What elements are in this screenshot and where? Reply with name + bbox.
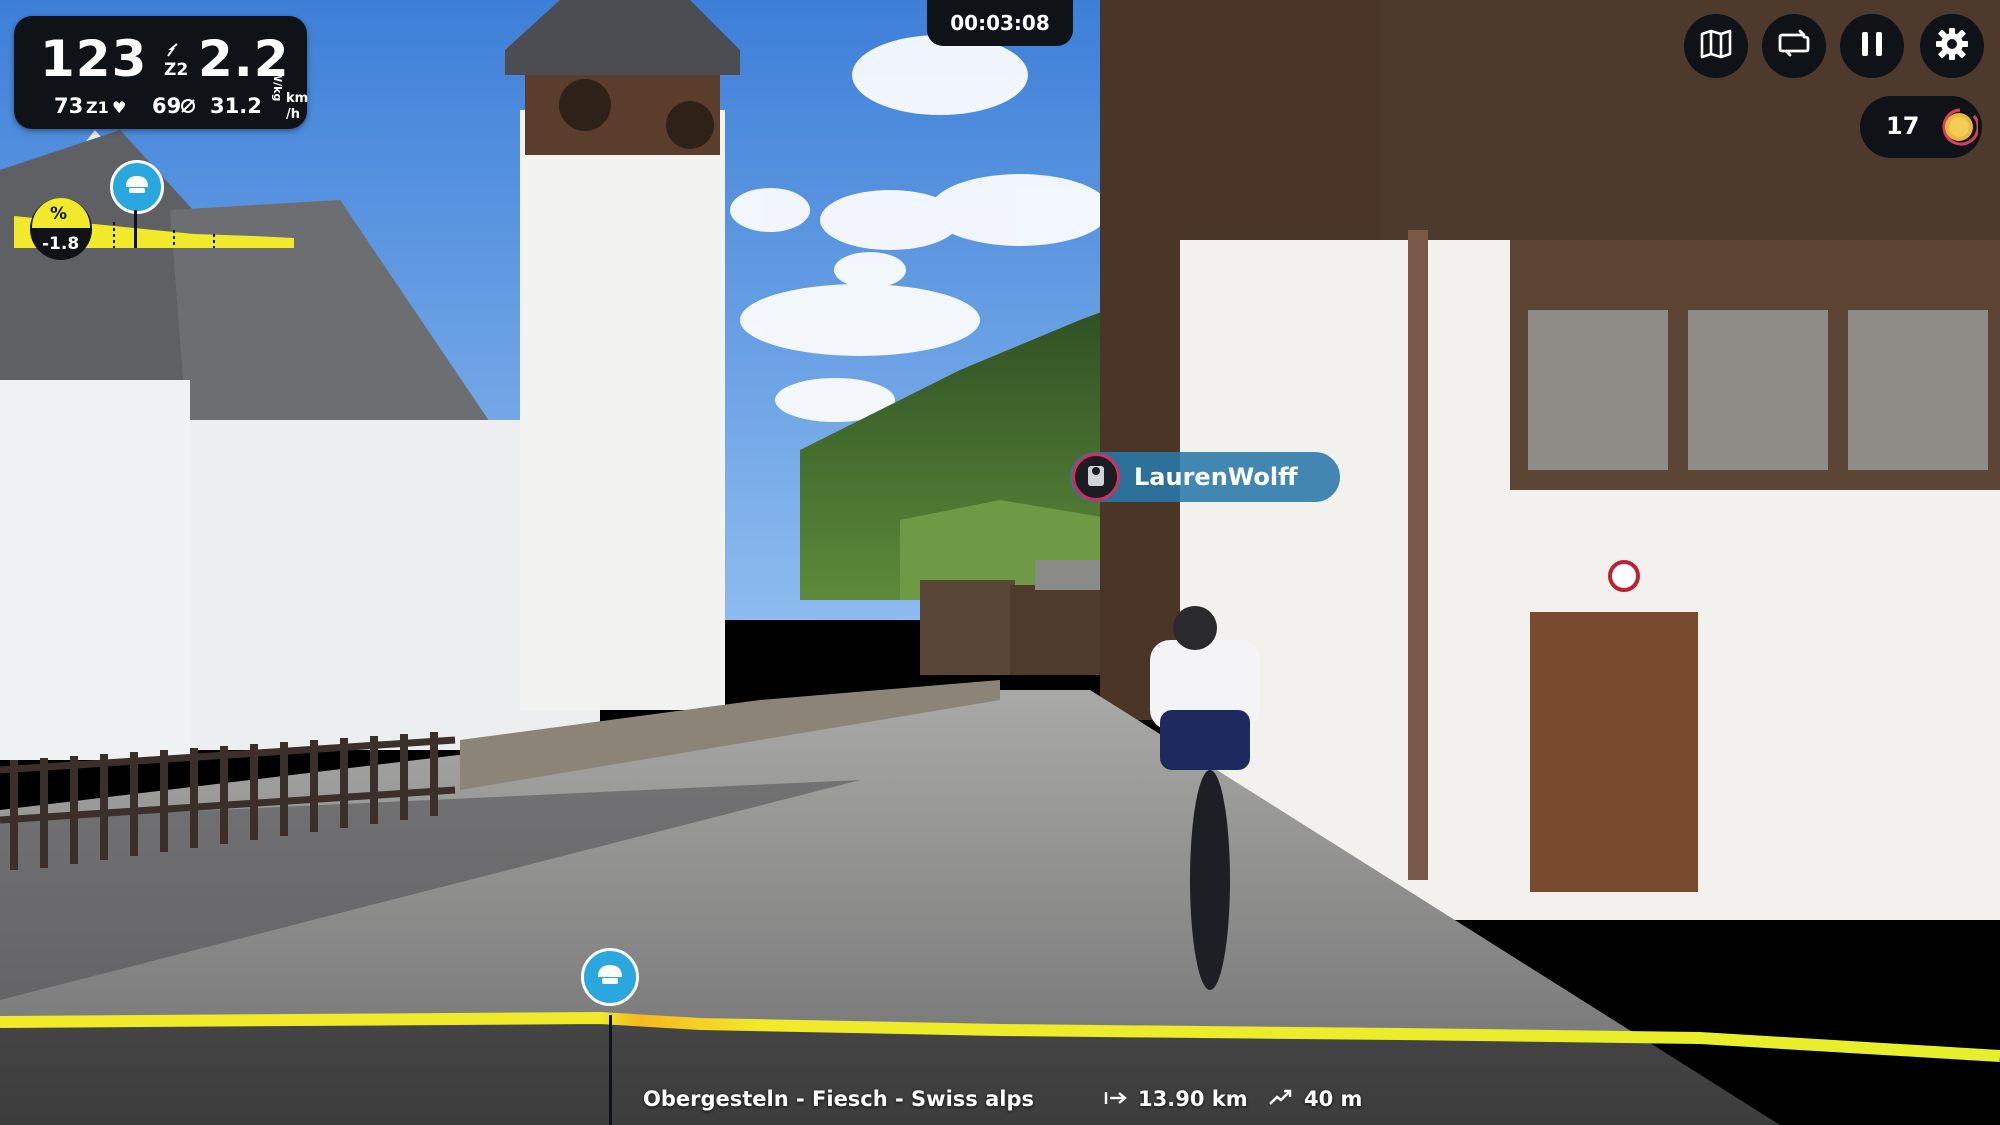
wkg-unit: W/kg bbox=[271, 70, 284, 102]
cadence-icon bbox=[178, 96, 198, 116]
elevation-readout: 40 m bbox=[1268, 1084, 1362, 1114]
speed-unit-h: /h bbox=[286, 107, 301, 122]
rider-name: LaurenWolff bbox=[1134, 463, 1298, 491]
avatar bbox=[1072, 453, 1120, 501]
heart-icon: ♥ bbox=[112, 98, 127, 117]
ride-stats-panel: 123 Z2 2.2 W/kg 73 Z1 ♥ 69 31.2 km /h bbox=[14, 16, 309, 129]
lightning-icon bbox=[164, 42, 182, 58]
coin-icon bbox=[1940, 108, 1980, 146]
loop-button[interactable] bbox=[1762, 14, 1826, 78]
route-name: Obergesteln - Fiesch - Swiss alps bbox=[643, 1087, 1034, 1111]
video-scene bbox=[0, 0, 2000, 1125]
street-scene-backdrop bbox=[0, 0, 2000, 1125]
distance-arrow-icon bbox=[1104, 1087, 1128, 1111]
helmet-icon bbox=[595, 962, 625, 992]
distance-readout: 13.90 km bbox=[1104, 1084, 1248, 1114]
pause-button[interactable] bbox=[1840, 14, 1904, 78]
coin-count: 17 bbox=[1886, 112, 1920, 140]
gear-icon bbox=[1935, 27, 1969, 65]
grade-value: -1.8 bbox=[42, 234, 80, 254]
rider-avatar-icon bbox=[1085, 462, 1107, 492]
elapsed-timer: 00:03:08 bbox=[927, 0, 1073, 46]
loop-icon bbox=[1778, 29, 1810, 63]
elevation-value: 40 m bbox=[1304, 1087, 1363, 1111]
hr-zone: Z1 bbox=[86, 98, 109, 117]
elevation-gain-icon bbox=[1268, 1087, 1294, 1111]
rider-mini-marker-line bbox=[134, 210, 137, 248]
route-progress-marker bbox=[609, 1015, 612, 1125]
distance-value: 13.90 km bbox=[1138, 1087, 1248, 1111]
heart-rate-value: 73 bbox=[54, 94, 84, 118]
map-button[interactable] bbox=[1684, 14, 1748, 78]
grade-symbol: % bbox=[50, 204, 68, 224]
power-zone: Z2 bbox=[164, 60, 189, 80]
settings-button[interactable] bbox=[1920, 14, 1984, 78]
rider-name-tag[interactable]: LaurenWolff bbox=[1070, 452, 1340, 502]
speed-value: 31.2 bbox=[210, 94, 262, 118]
rider-position-pin-mini bbox=[110, 160, 164, 214]
rider-position-pin bbox=[581, 948, 639, 1006]
power-value: 123 bbox=[40, 30, 148, 88]
speed-unit-km: km bbox=[286, 91, 309, 106]
helmet-icon bbox=[123, 173, 151, 201]
cadence-value: 69 bbox=[152, 94, 182, 118]
map-icon bbox=[1700, 29, 1732, 63]
pause-icon bbox=[1859, 30, 1885, 62]
coin-counter: 17 bbox=[1860, 96, 1982, 158]
